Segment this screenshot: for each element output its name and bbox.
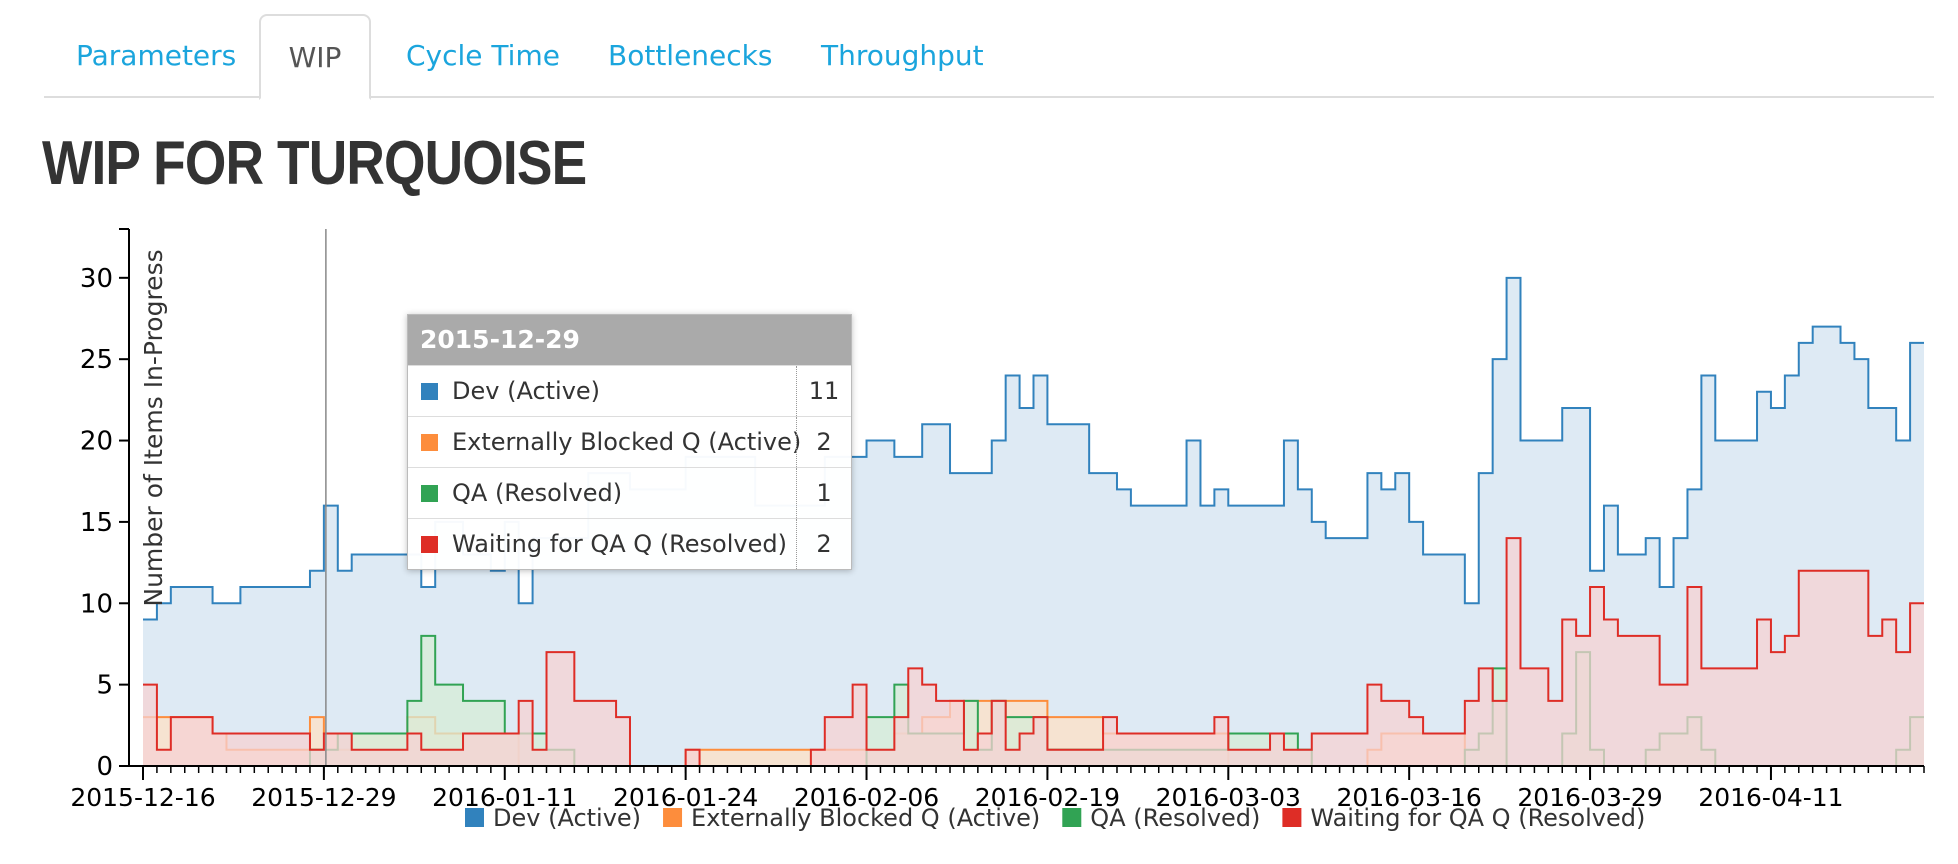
tooltip-row-dev: Dev (Active) 11 bbox=[408, 365, 851, 416]
y-tick-label-2: 10 bbox=[80, 589, 113, 619]
x-tick-label-0: 2015-12-16 bbox=[70, 783, 215, 812]
tooltip-row-waiting-for-qa: Waiting for QA Q (Resolved) 2 bbox=[408, 518, 851, 569]
x-tick-label-1: 2015-12-29 bbox=[251, 783, 396, 812]
tooltip-series-name: Waiting for QA Q (Resolved) bbox=[452, 530, 787, 558]
y-tick-label-6: 30 bbox=[80, 264, 113, 294]
tooltip-series-value: 2 bbox=[796, 519, 851, 569]
y-tick-label-5: 25 bbox=[80, 345, 113, 375]
legend-swatch-0 bbox=[465, 808, 484, 827]
tooltip-swatch bbox=[421, 434, 438, 451]
x-tick-label-9: 2016-04-11 bbox=[1698, 783, 1843, 812]
y-tick-label-3: 15 bbox=[80, 508, 113, 538]
legend-label-1: Externally Blocked Q (Active) bbox=[691, 804, 1040, 832]
legend-label-3: Waiting for QA Q (Resolved) bbox=[1310, 804, 1645, 832]
tooltip-swatch bbox=[421, 536, 438, 553]
legend-label-0: Dev (Active) bbox=[493, 804, 641, 832]
legend-swatch-1 bbox=[663, 808, 683, 827]
app-root: Parameters WIP Cycle Time Bottlenecks Th… bbox=[0, 0, 1958, 864]
tooltip-series-name: Dev (Active) bbox=[452, 377, 601, 405]
y-axis-label: Number of Items In-Progress bbox=[139, 249, 168, 606]
tooltip-swatch bbox=[421, 383, 438, 400]
tooltip-row-externally-blocked: Externally Blocked Q (Active) 2 bbox=[408, 416, 851, 467]
tooltip-row-qa: QA (Resolved) 1 bbox=[408, 467, 851, 518]
y-tick-label-1: 5 bbox=[96, 671, 113, 701]
legend-label-2: QA (Resolved) bbox=[1090, 804, 1260, 832]
tooltip-date: 2015-12-29 bbox=[408, 315, 851, 365]
tooltip-series-value: 1 bbox=[796, 468, 851, 518]
tooltip-series-value: 11 bbox=[796, 366, 851, 416]
legend-swatch-3 bbox=[1282, 808, 1302, 827]
wip-chart[interactable]: 0510152025302015-12-16 2015-12-29 2016-01-… bbox=[0, 0, 1958, 864]
tooltip-series-name: Externally Blocked Q (Active) bbox=[452, 428, 802, 456]
legend-swatch-2 bbox=[1062, 808, 1082, 827]
tooltip-series-value: 2 bbox=[796, 417, 851, 467]
tooltip-series-name: QA (Resolved) bbox=[452, 479, 623, 507]
y-tick-label-0: 0 bbox=[96, 752, 113, 782]
tooltip-swatch bbox=[421, 485, 438, 502]
hover-tooltip: 2015-12-29 Dev (Active) 11 Externally Bl… bbox=[407, 314, 852, 570]
y-tick-label-4: 20 bbox=[80, 427, 113, 457]
